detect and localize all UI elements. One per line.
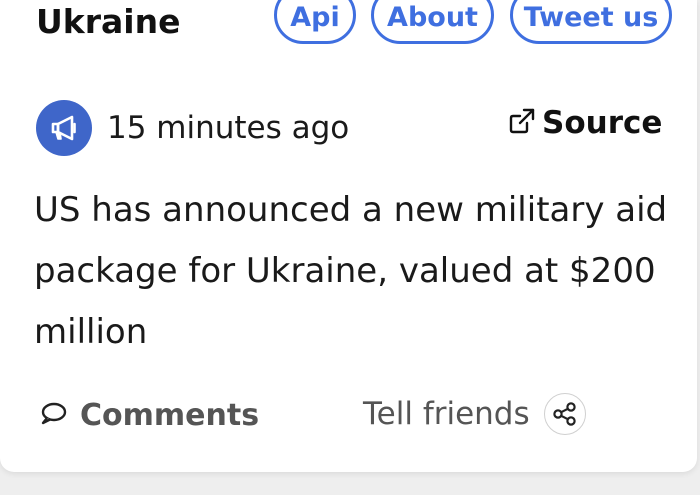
about-link[interactable]: About bbox=[371, 0, 494, 44]
external-link-icon bbox=[508, 107, 536, 139]
source-label: Source bbox=[542, 105, 663, 141]
megaphone-icon bbox=[36, 100, 92, 156]
tweet-us-link[interactable]: Tweet us bbox=[510, 0, 672, 44]
tell-friends-button[interactable]: Tell friends bbox=[363, 392, 586, 436]
comments-label: Comments bbox=[80, 398, 260, 433]
post-text: US has announced a new military aid pack… bbox=[34, 190, 668, 352]
news-card: Ukraine Api About Tweet us 15 minutes ag… bbox=[0, 0, 697, 472]
page-title: Ukraine bbox=[36, 2, 181, 41]
source-link[interactable]: Source bbox=[508, 103, 662, 143]
api-link[interactable]: Api bbox=[274, 0, 356, 44]
share-icon[interactable] bbox=[543, 393, 586, 435]
comment-bubble-icon bbox=[38, 399, 68, 433]
tell-friends-label: Tell friends bbox=[363, 396, 530, 432]
comments-button[interactable]: Comments bbox=[38, 394, 259, 438]
post-timestamp: 15 minutes ago bbox=[107, 110, 350, 146]
